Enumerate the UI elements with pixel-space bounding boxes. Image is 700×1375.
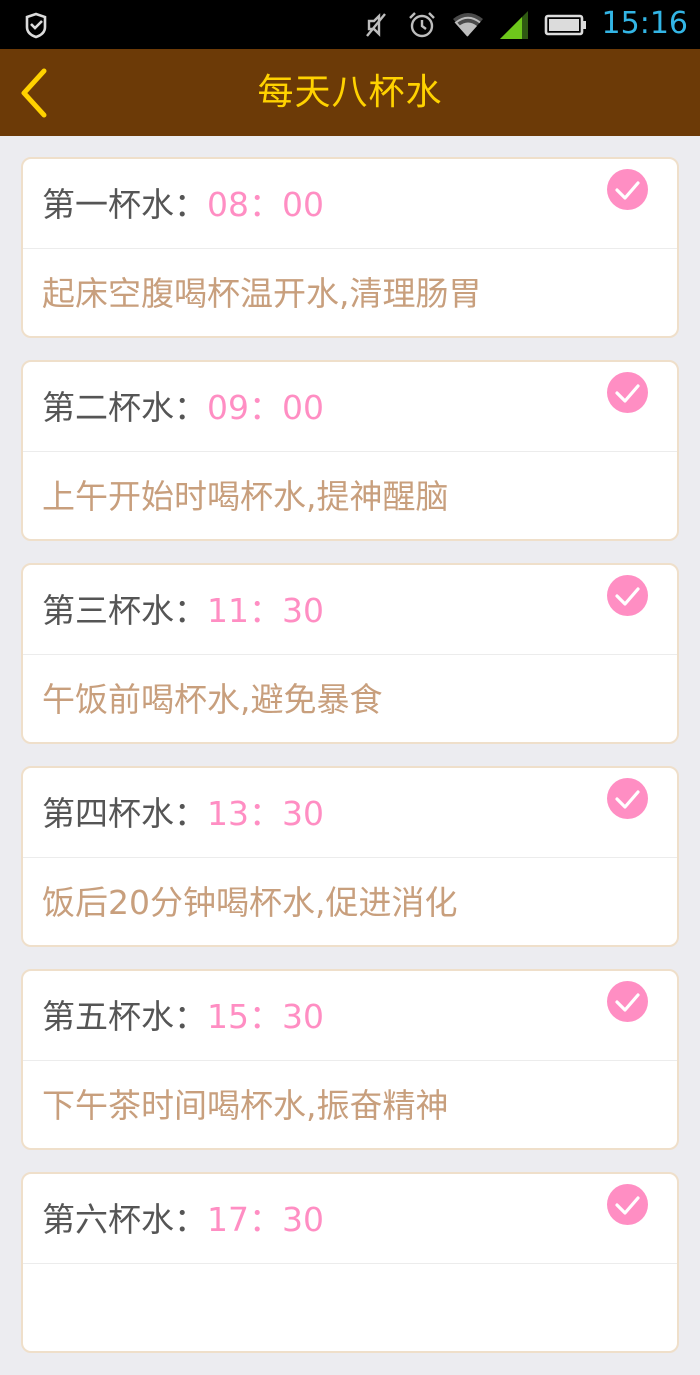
cup-card-header: 第六杯水：17：30 [23, 1174, 677, 1264]
cup-card: 第三杯水：11：30 午饭前喝杯水,避免暴食 [21, 563, 679, 744]
cup-time: 15：30 [207, 997, 324, 1036]
cup-label: 第六杯水：17：30 [42, 1174, 324, 1264]
battery-icon [544, 14, 586, 36]
check-icon[interactable] [607, 981, 648, 1022]
cup-name: 第五杯水： [42, 997, 207, 1036]
mute-icon [366, 13, 386, 37]
status-time: 15:16 [601, 6, 688, 41]
notification-icon [25, 12, 47, 39]
cup-card: 第二杯水：09：00 上午开始时喝杯水,提神醒脑 [21, 360, 679, 541]
cup-tip: 午饭前喝杯水,避免暴食 [42, 680, 383, 719]
cup-time: 11：30 [207, 591, 324, 630]
cup-label: 第三杯水：11：30 [42, 565, 324, 655]
cup-card-header: 第一杯水：08：00 [23, 159, 677, 249]
status-bar: 15:16 [0, 0, 700, 49]
check-icon[interactable] [607, 575, 648, 616]
cup-time: 13：30 [207, 794, 324, 833]
cup-name: 第三杯水： [42, 591, 207, 630]
cup-tip: 起床空腹喝杯温开水,清理肠胃 [42, 274, 482, 313]
check-icon[interactable] [607, 372, 648, 413]
page-title: 每天八杯水 [257, 72, 443, 113]
alarm-icon [409, 12, 435, 38]
cup-time: 08：00 [207, 185, 324, 224]
cup-tip: 上午开始时喝杯水,提神醒脑 [42, 477, 449, 516]
wifi-icon [453, 13, 483, 37]
cup-card-header: 第四杯水：13：30 [23, 768, 677, 858]
cup-name: 第六杯水： [42, 1200, 207, 1239]
cup-card-header: 第三杯水：11：30 [23, 565, 677, 655]
cup-list: 第一杯水：08：00 起床空腹喝杯温开水,清理肠胃 第二杯水：09：00 上午开… [21, 157, 679, 1375]
signal-icon [500, 11, 528, 39]
status-icons [360, 8, 588, 42]
check-icon[interactable] [607, 778, 648, 819]
cup-card: 第四杯水：13：30 饭后20分钟喝杯水,促进消化 [21, 766, 679, 947]
cup-time: 09：00 [207, 388, 324, 427]
cup-card: 第五杯水：15：30 下午茶时间喝杯水,振奋精神 [21, 969, 679, 1150]
cup-card-header: 第五杯水：15：30 [23, 971, 677, 1061]
check-icon[interactable] [607, 1184, 648, 1225]
cup-label: 第一杯水：08：00 [42, 159, 324, 249]
cup-card: 第六杯水：17：30 [21, 1172, 679, 1353]
cup-time: 17：30 [207, 1200, 324, 1239]
cup-card-header: 第二杯水：09：00 [23, 362, 677, 452]
cup-tip: 饭后20分钟喝杯水,促进消化 [42, 883, 458, 922]
cup-label: 第四杯水：13：30 [42, 768, 324, 858]
cup-label: 第五杯水：15：30 [42, 971, 324, 1061]
check-icon[interactable] [607, 169, 648, 210]
title-bar: 每天八杯水 [0, 49, 700, 136]
cup-name: 第二杯水： [42, 388, 207, 427]
cup-name: 第一杯水： [42, 185, 207, 224]
cup-tip: 下午茶时间喝杯水,振奋精神 [42, 1086, 449, 1125]
cup-label: 第二杯水：09：00 [42, 362, 324, 452]
cup-name: 第四杯水： [42, 794, 207, 833]
cup-card: 第一杯水：08：00 起床空腹喝杯温开水,清理肠胃 [21, 157, 679, 338]
